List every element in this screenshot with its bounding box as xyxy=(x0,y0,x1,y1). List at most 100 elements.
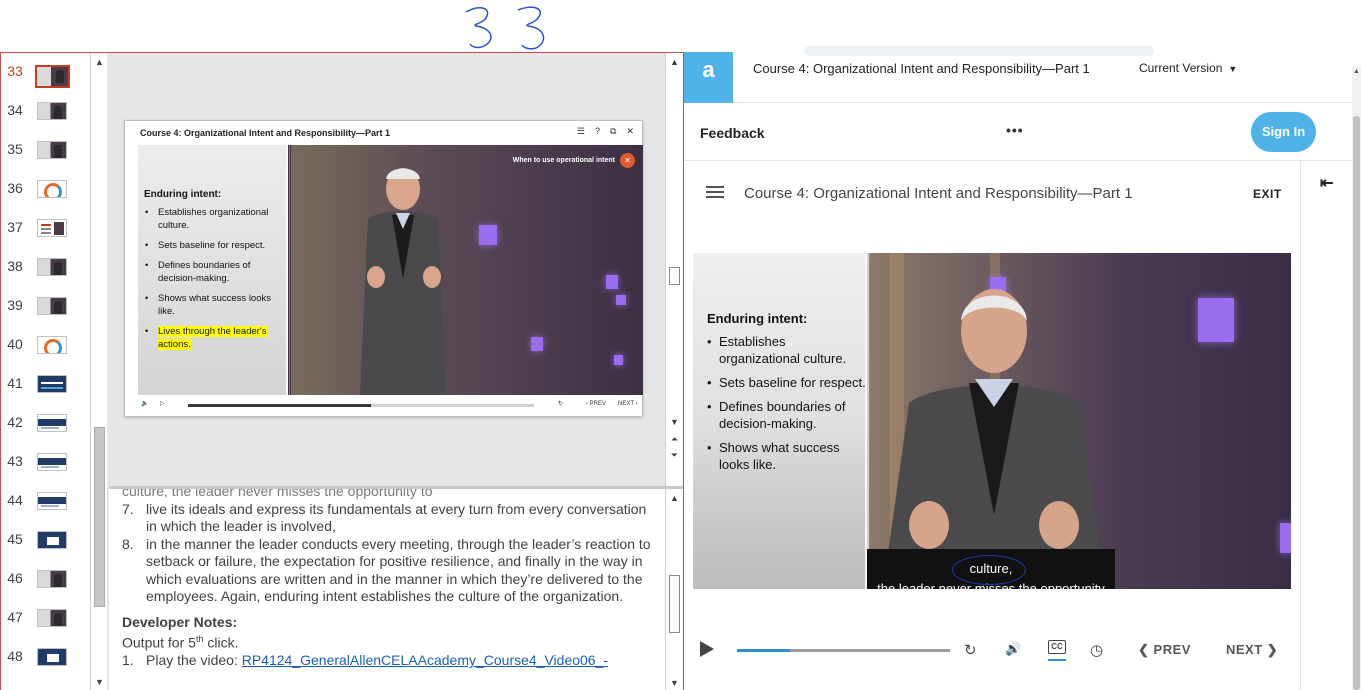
video-frame[interactable]: Enduring intent: Establishes organizatio… xyxy=(693,253,1291,589)
slide-next-button[interactable]: NEXT › xyxy=(618,401,638,407)
slide-canvas[interactable]: Course 4: Organizational Intent and Resp… xyxy=(124,120,643,417)
scroll-down-arrow[interactable]: ▼ xyxy=(669,417,680,428)
slide-thumbnail[interactable]: 40 xyxy=(1,326,90,365)
speaker-notes-pane[interactable]: culture, the leader never misses the opp… xyxy=(109,489,665,690)
slide-thumbnail[interactable]: 46 xyxy=(1,560,90,599)
help-icon[interactable]: ? xyxy=(595,126,600,137)
scroll-down-arrow[interactable]: ▼ xyxy=(94,677,105,688)
next-label: NEXT xyxy=(1226,642,1263,657)
resize-icon[interactable]: ⧉ xyxy=(610,126,616,137)
play-item-text: Play the video: xyxy=(146,652,242,669)
scroll-thumb[interactable] xyxy=(94,427,105,607)
close-icon[interactable]: ✕ xyxy=(626,126,634,137)
notes-scrollbar[interactable]: ▲ ▼ xyxy=(665,489,683,690)
more-options-icon[interactable]: ••• xyxy=(1006,122,1024,138)
slide-thumbnail[interactable]: 36 xyxy=(1,170,90,209)
slide-bullet-text: Lives through the leader's actions. xyxy=(158,326,267,350)
feedback-link[interactable]: Feedback xyxy=(700,125,765,141)
presenter-figure xyxy=(883,289,1105,589)
slide-thumbnail[interactable]: 48 xyxy=(1,638,90,677)
video-link[interactable]: RP4124_GeneralAllenCELAAcademy_Course4_V… xyxy=(242,652,608,668)
slide-tag: When to use operational intent xyxy=(512,157,615,164)
slide-number: 39 xyxy=(7,297,23,313)
slide-thumbnail-image xyxy=(37,297,67,315)
prev-button[interactable]: ❮ PREV xyxy=(1138,642,1191,658)
slide-tag-close-button[interactable]: ✕ xyxy=(620,153,635,168)
slide-thumbnail[interactable]: 41 xyxy=(1,365,90,404)
video-controls: ↻ 🔊 CC ◷ ❮ PREV NEXT ❯ xyxy=(684,631,1300,671)
slide-thumbnail[interactable]: 37 xyxy=(1,209,90,248)
next-button[interactable]: NEXT ❯ xyxy=(1226,642,1278,658)
slide-window-icons: ☰ ? ⧉ ✕ xyxy=(577,126,634,137)
slide-thumbnail[interactable]: 38 xyxy=(1,248,90,287)
notes-cut-line: culture, the leader never misses the opp… xyxy=(122,489,433,499)
slide-thumbnail[interactable]: 47 xyxy=(1,599,90,638)
slide-thumbnail[interactable]: 34 xyxy=(1,92,90,131)
playback-speed-icon[interactable]: ◷ xyxy=(1090,641,1103,659)
purple-light xyxy=(616,295,626,305)
screen: 33 34 35 36 37 38 39 40 41 42 43 44 45 46 47 48 ▲ ▼ Cou… xyxy=(0,0,1361,690)
closed-captions-button[interactable]: CC xyxy=(1048,640,1066,654)
slide-number: 35 xyxy=(7,141,23,157)
scroll-up-arrow[interactable]: ▲ xyxy=(1352,68,1361,75)
sign-in-button[interactable]: Sign In xyxy=(1251,112,1316,152)
version-dropdown[interactable]: Current Version ▼ xyxy=(1139,61,1237,75)
menu-icon[interactable] xyxy=(706,186,724,198)
slide-bullet-list: Enduring intent: Establishes organizatio… xyxy=(144,189,284,358)
slide-progress-bar[interactable] xyxy=(188,404,534,407)
scroll-up-arrow[interactable]: ▲ xyxy=(94,57,105,68)
collapse-panel-icon[interactable]: ⇤ xyxy=(1320,173,1333,193)
slide-thumbnail[interactable]: 44 xyxy=(1,482,90,521)
slide-thumbnail[interactable]: 43 xyxy=(1,443,90,482)
handwritten-circle xyxy=(952,555,1026,585)
video-bullet-list: Enduring intent: Establishes organizatio… xyxy=(707,311,867,480)
slide-bullet-text: Shows what success looks like. xyxy=(158,293,271,317)
scroll-down-arrow[interactable]: ▼ xyxy=(669,678,680,689)
exit-button[interactable]: EXIT xyxy=(1253,187,1282,201)
list-number: 7. xyxy=(122,500,134,517)
play-button[interactable] xyxy=(700,641,714,657)
chevron-down-icon: ▼ xyxy=(1228,64,1238,74)
replay-icon[interactable]: ↻ xyxy=(558,400,563,407)
scroll-up-arrow[interactable]: ▲ xyxy=(669,493,680,504)
menu-icon[interactable]: ☰ xyxy=(577,126,585,137)
slide-number: 45 xyxy=(7,531,23,547)
volume-icon[interactable]: 🔊 xyxy=(1005,641,1021,657)
replay-icon[interactable]: ↻ xyxy=(964,641,977,659)
play-icon[interactable]: ▷ xyxy=(160,400,165,407)
notes-list-item: 8. in the manner the leader conducts ever… xyxy=(122,536,652,606)
slide-thumbnail-image xyxy=(37,102,67,120)
thumbnail-scrollbar[interactable]: ▲ ▼ xyxy=(90,53,107,690)
scroll-thumb[interactable] xyxy=(669,575,680,633)
notes-play-item: 1. Play the video: RP4124_GeneralAllenCE… xyxy=(122,652,652,670)
volume-icon[interactable]: 🔈 xyxy=(141,400,148,407)
site-logo[interactable]: a xyxy=(684,52,733,103)
slide-prev-button[interactable]: ‹ PREV xyxy=(586,401,606,407)
scroll-thumb[interactable] xyxy=(669,267,680,285)
page-scrollbar[interactable]: ▲ xyxy=(1352,66,1361,690)
slide-thumbnail[interactable]: 39 xyxy=(1,287,90,326)
purple-light xyxy=(614,355,623,365)
previous-slide-arrow[interactable]: ⏶ xyxy=(669,434,680,445)
player-title: Course 4: Organizational Intent and Resp… xyxy=(744,185,1133,202)
handwritten-annotation xyxy=(465,6,545,50)
slide-thumbnail-image xyxy=(37,258,67,276)
slide-scrollbar[interactable]: ▲ ▼ ⏶ ⏷ xyxy=(665,53,683,486)
slide-number: 43 xyxy=(7,453,23,469)
slide-thumbnail[interactable]: 42 xyxy=(1,404,90,443)
slide-thumbnail[interactable]: 45 xyxy=(1,521,90,560)
slide-number: 40 xyxy=(7,336,23,352)
slide-thumbnail-image xyxy=(37,180,67,198)
scroll-thumb[interactable] xyxy=(1353,116,1360,690)
slide-thumbnail[interactable]: 33 xyxy=(1,53,90,92)
slide-thumbnail[interactable]: 35 xyxy=(1,131,90,170)
purple-light xyxy=(479,225,497,245)
slide-thumbnail-image xyxy=(37,219,67,237)
scroll-up-arrow[interactable]: ▲ xyxy=(669,57,680,68)
output-prefix: Output for 5 xyxy=(122,634,196,651)
purple-light xyxy=(531,337,543,351)
next-slide-arrow[interactable]: ⏷ xyxy=(669,450,680,461)
slide-bullet-text: Sets baseline for respect. xyxy=(158,240,266,251)
slide-number: 44 xyxy=(7,492,23,508)
video-progress-bar[interactable] xyxy=(737,649,950,652)
